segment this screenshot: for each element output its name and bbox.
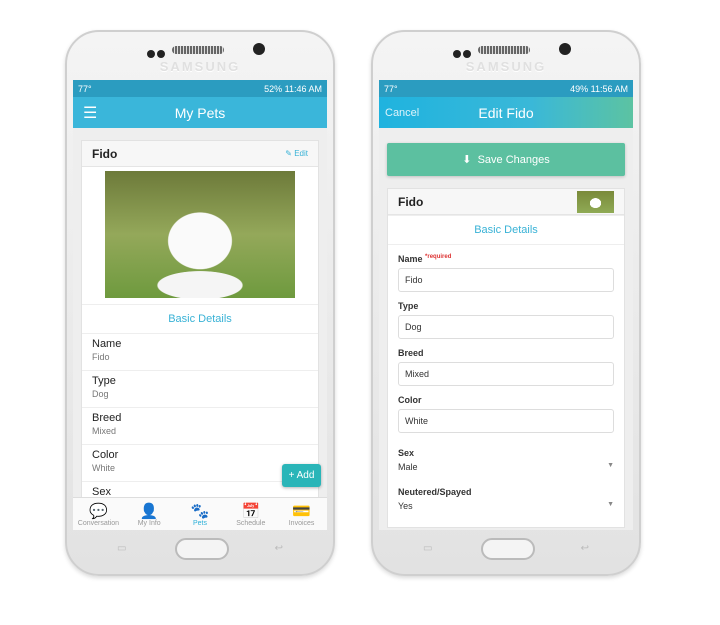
field-type: Type Dog: [388, 292, 624, 339]
color-input[interactable]: White: [398, 409, 614, 433]
section-title: Basic Details: [388, 215, 624, 245]
home-button[interactable]: [175, 538, 229, 560]
add-button[interactable]: + Add: [282, 464, 321, 487]
back-icon[interactable]: ↩: [275, 543, 283, 554]
header: Cancel Edit Fido: [379, 97, 633, 128]
speaker: [172, 46, 224, 54]
sensors: [453, 45, 475, 58]
field-label: Breed: [398, 348, 424, 358]
nav-label: My Info: [137, 520, 161, 527]
required-marker: *required: [425, 254, 452, 260]
pet-name: Fido: [92, 146, 118, 161]
time: 11:46 AM: [284, 83, 322, 94]
sensors: [147, 45, 169, 58]
status-bar: 77° 52% 11:46 AM: [73, 80, 327, 97]
nav-label: Pets: [192, 520, 207, 527]
bottom-nav: 💬 Conversation 👤 My Info 🐾 Pets 📅 Schedule 💳 Invo…: [73, 497, 327, 530]
speaker: [478, 46, 530, 54]
pet-photo: [105, 171, 295, 298]
pet-thumbnail[interactable]: [577, 190, 614, 213]
select-dropdown[interactable]: Male ▼: [398, 462, 614, 472]
screen: 77° 52% 11:46 AM ☰ My Pets Fido ✎ Edit Bas…: [73, 80, 327, 530]
status-bar: 77° 49% 11:56 AM: [379, 80, 633, 97]
save-changes-button[interactable]: ⬇ Save Changes: [387, 143, 625, 176]
pet-name: Fido: [398, 194, 424, 209]
type-input[interactable]: Dog: [398, 315, 614, 339]
select-dropdown[interactable]: Yes ▼: [398, 501, 614, 511]
row-value: Fido: [92, 352, 110, 362]
person-icon: 👤: [139, 503, 159, 520]
field-label: Sex: [398, 448, 415, 458]
row-label: Breed: [92, 412, 122, 424]
nav-my-info[interactable]: 👤 My Info: [124, 498, 175, 530]
page-title: My Pets: [174, 104, 226, 121]
select-field: Neutered/Spayed Yes ▼: [388, 478, 624, 511]
field-label: Neutered/Spayed: [398, 487, 472, 497]
weather: 77°: [78, 83, 92, 94]
field-label: Name: [398, 254, 423, 264]
nav-invoices[interactable]: 💳 Invoices: [276, 498, 327, 530]
phone-edit-pet: SAMSUNG 77° 49% 11:56 AM Cancel Edit Fido…: [371, 30, 641, 576]
back-icon[interactable]: ↩: [581, 543, 589, 554]
screen: 77° 49% 11:56 AM Cancel Edit Fido ⬇ Save …: [379, 80, 633, 530]
card-icon: 💳: [292, 503, 311, 520]
camera: [559, 43, 571, 55]
header: ☰ My Pets: [73, 97, 327, 128]
recent-apps-icon[interactable]: ▭: [117, 543, 126, 554]
row-label: Color: [92, 449, 119, 461]
nav-label: Invoices: [288, 520, 315, 527]
section-title: Basic Details: [82, 304, 318, 334]
paw-icon: 🐾: [190, 503, 210, 520]
select-value: Yes: [398, 501, 413, 511]
pet-edit-card: Fido Basic Details Name *required Fido Typ…: [387, 188, 625, 528]
field-name: Name *required Fido: [388, 245, 624, 292]
row-value: White: [92, 463, 116, 473]
calendar-icon: 📅: [241, 503, 261, 520]
row-value: Mixed: [92, 426, 117, 436]
brand-logo: SAMSUNG: [465, 59, 547, 74]
chevron-down-icon: ▼: [607, 462, 614, 469]
edit-label: Edit: [294, 149, 308, 158]
weather: 77°: [384, 83, 398, 94]
nav-pets[interactable]: 🐾 Pets: [175, 498, 226, 530]
row-label: Type: [92, 375, 116, 387]
hamburger-icon[interactable]: ☰: [83, 103, 97, 123]
detail-row: Breed Mixed: [82, 408, 318, 445]
camera: [253, 43, 265, 55]
breed-input[interactable]: Mixed: [398, 362, 614, 386]
nav-label: Conversation: [77, 520, 120, 527]
select-field: Sex Male ▼: [388, 439, 624, 472]
pet-card: Fido ✎ Edit Basic Details Name Fido Type Dog…: [81, 140, 319, 520]
edit-button[interactable]: ✎ Edit: [285, 149, 308, 158]
download-icon: ⬇: [462, 154, 472, 166]
nav-label: Schedule: [236, 520, 266, 527]
field-color: Color White: [388, 386, 624, 433]
chevron-down-icon: ▼: [607, 501, 614, 508]
detail-row: Type Dog: [82, 371, 318, 408]
brand-logo: SAMSUNG: [159, 59, 241, 74]
row-value: Dog: [92, 389, 109, 399]
time: 11:56 AM: [590, 83, 628, 94]
field-label: Type: [398, 301, 419, 311]
row-label: Name: [92, 338, 122, 350]
battery: 49%: [570, 83, 589, 94]
field-label: Color: [398, 395, 422, 405]
save-label: Save Changes: [477, 153, 550, 166]
nav-conversation[interactable]: 💬 Conversation: [73, 498, 124, 530]
field-breed: Breed Mixed: [388, 339, 624, 386]
phone-my-pets: SAMSUNG 77° 52% 11:46 AM ☰ My Pets Fido ✎ …: [65, 30, 335, 576]
pencil-icon: ✎: [285, 149, 292, 158]
select-value: Male: [398, 462, 418, 472]
recent-apps-icon[interactable]: ▭: [423, 543, 432, 554]
chat-icon: 💬: [89, 503, 108, 520]
home-button[interactable]: [481, 538, 535, 560]
cancel-button[interactable]: Cancel: [385, 107, 419, 119]
nav-schedule[interactable]: 📅 Schedule: [225, 498, 276, 530]
name-input[interactable]: Fido: [398, 268, 614, 292]
detail-row: Name Fido: [82, 334, 318, 371]
battery: 52%: [264, 83, 283, 94]
